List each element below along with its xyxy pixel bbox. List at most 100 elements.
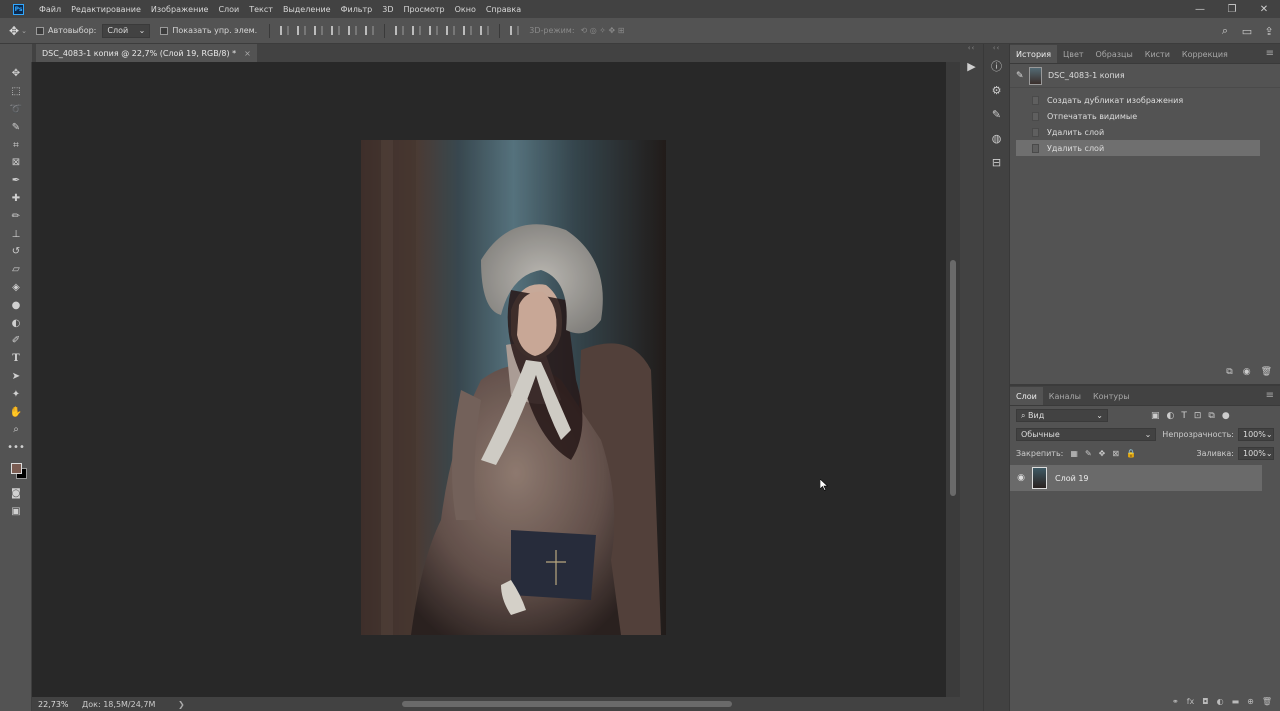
quick-select-icon[interactable]: ✎ [0,118,32,136]
color-swatches[interactable] [0,457,32,485]
autoselect-dropdown[interactable]: Слой ⌄ [102,23,151,38]
menu-3d[interactable]: 3D [377,5,398,14]
info-icon[interactable]: ⓘ [984,54,1009,78]
distribute-top-icon[interactable] [395,26,405,35]
delete-layer-icon[interactable]: 🗑 [1262,697,1272,706]
new-group-icon[interactable]: ▬ [1232,697,1240,706]
document-photo[interactable] [361,140,666,635]
history-state[interactable]: Удалить слой [1016,124,1260,140]
history-state-selected[interactable]: Удалить слой [1016,140,1260,156]
filter-pixel-icon[interactable]: ▣ [1151,411,1160,421]
close-tab-icon[interactable]: × [244,49,251,58]
share-icon[interactable]: ⇪ [1258,25,1280,38]
history-brush-icon[interactable]: ↺ [0,243,32,261]
new-document-from-state-icon[interactable]: ⧉ [1226,367,1232,377]
quick-mask-icon[interactable]: ◙ [0,485,32,503]
layer-filter-dropdown[interactable]: ⌕ Вид ⌄ [1016,409,1108,422]
history-state[interactable]: Создать дубликат изображения [1016,92,1260,108]
filter-type-icon[interactable]: T [1181,411,1187,421]
play-actions-icon[interactable]: ▶ [960,54,983,78]
align-vcenter-icon[interactable] [297,26,307,35]
eye-icon[interactable]: ◉ [1010,473,1032,483]
brush-icon[interactable]: ✏ [0,207,32,225]
canvas-area[interactable] [32,62,946,697]
menu-help[interactable]: Справка [481,5,526,14]
opacity-field[interactable]: 100% ⌄ [1238,428,1274,441]
dodge-icon[interactable]: ◐ [0,314,32,332]
zoom-icon[interactable]: ⌕ [0,421,32,439]
orbit-3d-icon[interactable]: ⟲ ◎ ✧ ✥ ⊞ [581,26,625,35]
delete-state-icon[interactable]: 🗑 [1261,367,1272,377]
menu-edit[interactable]: Редактирование [66,5,146,14]
fill-field[interactable]: 100% ⌄ [1238,447,1274,460]
auto-align-icon[interactable] [510,26,520,35]
distribute-hcenter-icon[interactable] [463,26,473,35]
pen-icon[interactable]: ✐ [0,332,32,350]
tab-channels[interactable]: Каналы [1043,387,1087,405]
layer-item[interactable]: ◉ Слой 19 [1010,465,1262,491]
lock-artboard-icon[interactable]: ⊠ [1112,449,1119,458]
history-state[interactable]: Отпечатать видимые [1016,108,1260,124]
tab-history[interactable]: История [1010,45,1058,63]
distribute-left-icon[interactable] [446,26,456,35]
vertical-scrollbar[interactable] [946,62,960,697]
close-window-button[interactable]: ✕ [1248,4,1280,15]
menu-view[interactable]: Просмотр [399,5,450,14]
tab-color[interactable]: Цвет [1057,45,1090,63]
properties-icon[interactable]: ⊟ [984,150,1009,174]
workspace-icon[interactable]: ▭ [1236,25,1258,38]
zoom-level[interactable]: 22,73% [32,700,82,709]
new-snapshot-icon[interactable]: ◉ [1243,367,1251,377]
distribute-bottom-icon[interactable] [429,26,439,35]
tab-swatches[interactable]: Образцы [1090,45,1139,63]
minimize-button[interactable]: — [1184,4,1216,15]
filter-smart-object-icon[interactable]: ⧉ [1208,411,1214,421]
shape-icon[interactable]: ✦ [0,385,32,403]
add-mask-icon[interactable]: ◘ [1202,697,1208,706]
frame-icon[interactable]: ⊠ [0,154,32,172]
distribute-right-icon[interactable] [480,26,490,35]
tab-adjustments[interactable]: Коррекция [1176,45,1234,63]
lock-all-icon[interactable]: 🔒 [1126,449,1136,458]
distribute-vcenter-icon[interactable] [412,26,422,35]
crop-icon[interactable]: ⌗ [0,136,32,154]
document-tab[interactable]: DSC_4083-1 копия @ 22,7% (Слой 19, RGB/8… [36,44,257,62]
horizontal-scrollbar-thumb[interactable] [402,701,732,707]
align-bottom-icon[interactable] [314,26,324,35]
paint-bucket-icon[interactable]: ◈ [0,279,32,297]
path-select-icon[interactable]: ➤ [0,368,32,386]
status-menu-arrow-icon[interactable]: ❯ [178,700,185,709]
filter-toggle-icon[interactable]: ● [1222,411,1230,421]
healing-brush-icon[interactable]: ✚ [0,190,32,208]
adjustment-layer-icon[interactable]: ◐ [1217,697,1224,706]
adjustments-icon[interactable]: ⚙ [984,78,1009,102]
lock-transparent-icon[interactable]: ▦ [1070,449,1078,458]
move-tool-preset-icon[interactable]: ✥ ⌄ [0,24,36,38]
swatches-icon[interactable]: ◍ [984,126,1009,150]
panel-menu-icon[interactable]: ≡ [1266,390,1274,401]
blend-mode-dropdown[interactable]: Обычные ⌄ [1016,428,1157,441]
foreground-color-swatch[interactable] [11,462,22,474]
strip-grip[interactable]: ‹‹ [984,44,1009,54]
vertical-scrollbar-thumb[interactable] [950,260,956,496]
layer-style-icon[interactable]: fx [1187,697,1195,706]
screen-mode-icon[interactable]: ▣ [0,502,32,520]
lock-image-icon[interactable]: ✎ [1085,449,1092,458]
hand-icon[interactable]: ✋ [0,403,32,421]
layer-name[interactable]: Слой 19 [1055,474,1089,483]
filter-adjustment-icon[interactable]: ◐ [1167,411,1175,421]
history-brush-source-icon[interactable]: ✎ [1016,71,1026,81]
type-icon[interactable]: T [0,350,32,368]
menu-filter[interactable]: Фильтр [336,5,378,14]
marquee-icon[interactable]: ⬚ [0,83,32,101]
align-left-icon[interactable] [331,26,341,35]
align-hcenter-icon[interactable] [348,26,358,35]
clone-stamp-icon[interactable]: ⊥ [0,225,32,243]
eraser-icon[interactable]: ▱ [0,261,32,279]
eyedropper-icon[interactable]: ✒ [0,172,32,190]
new-layer-icon[interactable]: ⊕ [1247,697,1254,706]
restore-button[interactable]: ❐ [1216,4,1248,15]
search-icon[interactable]: ⌕ [1214,24,1236,38]
brush-settings-icon[interactable]: ✎ [984,102,1009,126]
blur-icon[interactable]: ● [0,296,32,314]
